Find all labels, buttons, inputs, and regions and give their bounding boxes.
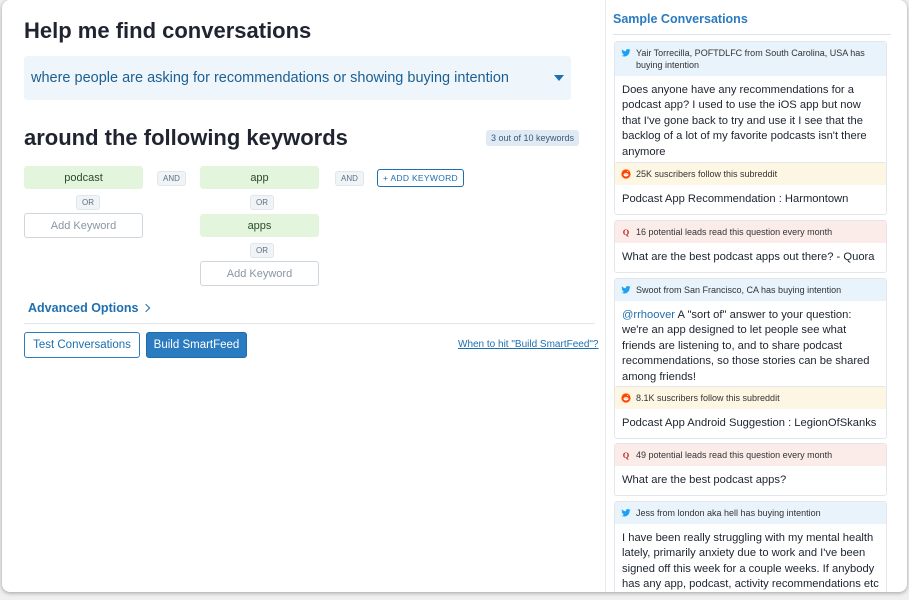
quora-icon: Q [623, 451, 630, 460]
twitter-icon [621, 49, 631, 57]
keyword-count-badge: 3 out of 10 keywords [486, 130, 580, 146]
card-text: Does anyone have any recommendations for… [622, 84, 867, 158]
svg-text:Q: Q [623, 451, 630, 460]
app-window: Help me find conversations where people … [2, 0, 907, 592]
card-text: Podcast App Android Suggestion : LegionO… [622, 417, 877, 429]
card-text: @rrhoover A "sort of" answer to your que… [615, 301, 886, 392]
add-keyword-input[interactable]: Add Keyword [24, 213, 143, 238]
card-header-text: 49 potential leads read this question ev… [636, 450, 833, 460]
keyword-chip[interactable]: apps [200, 214, 319, 237]
intent-select-value: where people are asking for recommendati… [31, 70, 509, 86]
add-keyword-input[interactable]: Add Keyword [200, 261, 319, 286]
sidebar-title: Sample Conversations [613, 12, 748, 26]
conversation-card[interactable]: Q 16 potential leads read this question … [614, 220, 887, 274]
card-header: Yair Torrecilla, POFTDLFC from South Car… [615, 42, 886, 76]
mention-link[interactable]: @rrhoover [622, 309, 675, 321]
card-header-text: 8.1K suscribers follow this subreddit [636, 393, 780, 403]
card-text: What are the best podcast apps? [622, 474, 787, 486]
card-header: 8.1K suscribers follow this subreddit [615, 387, 886, 409]
card-text: I have been really struggling with my me… [622, 532, 879, 591]
conversation-card[interactable]: Q 49 potential leads read this question … [614, 443, 887, 497]
card-text: What are the best podcast apps out there… [622, 251, 875, 263]
card-header: 25K suscribers follow this subreddit [615, 163, 886, 185]
card-header-text: 16 potential leads read this question ev… [636, 227, 833, 237]
reddit-icon [621, 393, 631, 403]
card-header: Jess from london aka hell has buying int… [615, 502, 886, 524]
card-text: Podcast App Recommendation : Harmontown [622, 193, 849, 205]
sample-conversations-panel: Sample Conversations Yair Torrecilla, PO… [605, 0, 907, 592]
caret-down-icon [554, 75, 564, 81]
card-header: Swoot from San Francisco, CA has buying … [615, 279, 886, 301]
conversation-card[interactable]: Swoot from San Francisco, CA has buying … [614, 278, 887, 394]
keyword-chip[interactable]: app [200, 166, 319, 189]
conversation-card[interactable]: 25K suscribers follow this subreddit Pod… [614, 162, 887, 216]
reddit-icon [621, 169, 631, 179]
conversation-card[interactable]: Yair Torrecilla, POFTDLFC from South Car… [614, 41, 887, 169]
or-connector: OR [76, 195, 100, 210]
quora-icon: Q [623, 228, 630, 237]
card-header-text: Jess from london aka hell has buying int… [636, 508, 821, 518]
card-header-text: 25K suscribers follow this subreddit [636, 169, 778, 179]
divider [24, 323, 595, 324]
twitter-icon [621, 509, 631, 517]
card-header: Q 16 potential leads read this question … [615, 221, 886, 243]
and-connector: AND [157, 171, 186, 186]
add-keyword-button[interactable]: + ADD KEYWORD [377, 169, 464, 187]
advanced-options-label: Advanced Options [28, 301, 139, 315]
card-header: Q 49 potential leads read this question … [615, 444, 886, 466]
intent-select[interactable]: where people are asking for recommendati… [24, 56, 571, 100]
divider [613, 34, 891, 35]
or-connector: OR [250, 195, 274, 210]
svg-text:Q: Q [623, 228, 630, 237]
build-smartfeed-button[interactable]: Build SmartFeed [146, 332, 247, 358]
keywords-title: around the following keywords [24, 125, 348, 150]
test-conversations-button[interactable]: Test Conversations [24, 332, 140, 358]
and-connector: AND [335, 171, 364, 186]
or-connector: OR [250, 243, 274, 258]
card-header-text: Swoot from San Francisco, CA has buying … [636, 285, 842, 295]
page-title: Help me find conversations [24, 18, 312, 43]
conversation-card[interactable]: Jess from london aka hell has buying int… [614, 501, 887, 592]
conversation-card[interactable]: 8.1K suscribers follow this subreddit Po… [614, 386, 887, 440]
keyword-chip[interactable]: podcast [24, 166, 143, 189]
twitter-icon [621, 286, 631, 294]
chevron-right-icon [142, 303, 151, 313]
smartfeed-builder: Help me find conversations where people … [2, 0, 602, 592]
build-help-link[interactable]: When to hit "Build SmartFeed"? [458, 339, 599, 350]
advanced-options-link[interactable]: Advanced Options [28, 301, 151, 315]
card-header-text: Yair Torrecilla, POFTDLFC from South Car… [636, 48, 865, 70]
